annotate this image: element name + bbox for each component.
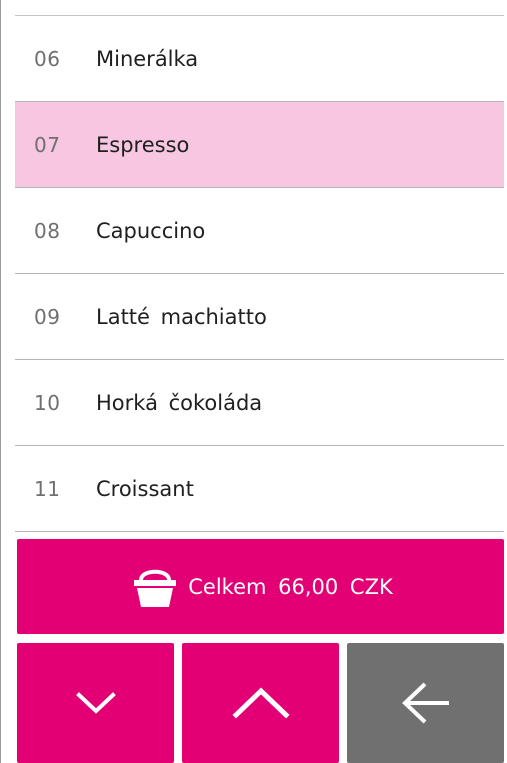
item-code: 11 xyxy=(34,476,61,501)
cart-total-button[interactable]: Celkem 66,00 CZK xyxy=(17,539,504,634)
scroll-down-button[interactable] xyxy=(17,643,174,763)
chevron-up-icon xyxy=(231,687,290,719)
list-item[interactable]: 10 Horká čokoláda xyxy=(15,360,504,446)
item-code: 08 xyxy=(34,218,61,243)
item-code: 10 xyxy=(34,390,61,415)
product-list: 06 Minerálka 07 Espresso 08 Capuccino 09… xyxy=(15,16,504,532)
basket-icon xyxy=(134,569,177,607)
item-name: Horká čokoláda xyxy=(96,390,263,415)
item-name: Capuccino xyxy=(96,218,206,243)
scroll-up-button[interactable] xyxy=(182,643,339,763)
list-item[interactable]: 06 Minerálka xyxy=(15,16,504,102)
arrow-left-icon xyxy=(401,682,449,724)
pos-screen: 06 Minerálka 07 Espresso 08 Capuccino 09… xyxy=(0,0,507,763)
chevron-down-icon xyxy=(75,692,116,714)
item-name: Minerálka xyxy=(96,46,199,71)
list-item[interactable]: 09 Latté machiatto xyxy=(15,274,504,360)
total-label: Celkem 66,00 CZK xyxy=(188,574,393,599)
item-code: 07 xyxy=(34,132,61,157)
item-name: Espresso xyxy=(96,132,190,157)
item-name: Latté machiatto xyxy=(96,304,267,329)
item-code: 09 xyxy=(34,304,61,329)
item-name: Croissant xyxy=(96,476,194,501)
list-item[interactable]: 08 Capuccino xyxy=(15,188,504,274)
list-item-selected[interactable]: 07 Espresso xyxy=(15,102,504,188)
item-code: 06 xyxy=(34,46,61,71)
back-button[interactable] xyxy=(347,643,504,763)
list-item[interactable]: 11 Croissant xyxy=(15,446,504,532)
